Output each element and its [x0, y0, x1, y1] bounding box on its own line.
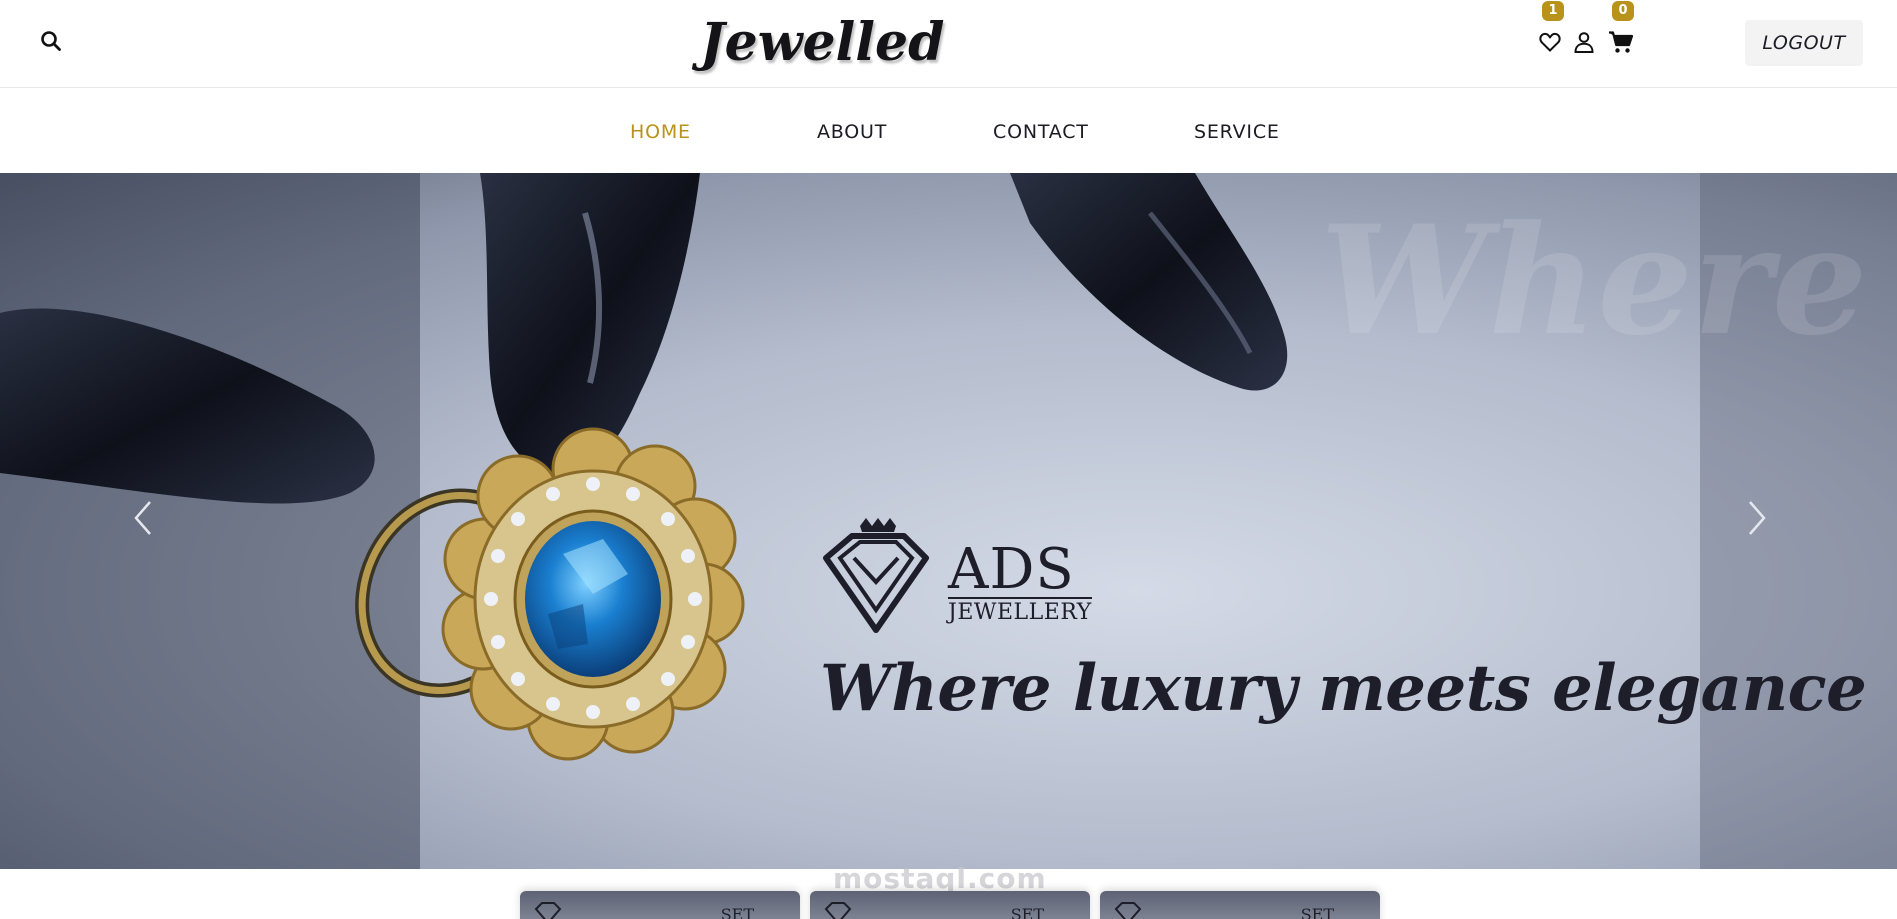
product-card[interactable]: SET: [1100, 891, 1380, 919]
logo-jewellery-text: JEWELLERY: [948, 597, 1092, 625]
heart-icon: [1539, 32, 1561, 52]
product-card[interactable]: SET: [810, 891, 1090, 919]
product-card-label: SET: [1300, 905, 1334, 919]
product-card-label: SET: [720, 905, 754, 919]
hero-carousel: Where ADS JEWELLERY Where luxury meets e…: [0, 173, 1897, 869]
diamond-logo-icon: [1114, 902, 1142, 919]
top-bar: Jewelled 1 0 LOGOUT: [0, 0, 1897, 88]
hero-watermark-text: Where: [1320, 193, 1868, 369]
product-card-label: SET: [1010, 905, 1044, 919]
carousel-prev-button[interactable]: [128, 496, 158, 540]
logo-ads-text: ADS: [948, 537, 1075, 602]
account-button[interactable]: [1572, 30, 1596, 54]
diamond-logo-icon: [534, 902, 562, 919]
nav-item-service[interactable]: SERVICE: [1194, 121, 1280, 143]
cart-count-badge: 0: [1612, 1, 1634, 21]
hero-tagline: Where luxury meets elegance: [820, 651, 1867, 726]
search-icon[interactable]: [40, 30, 62, 52]
nav-item-home[interactable]: HOME: [630, 121, 691, 143]
chevron-left-icon: [134, 501, 151, 535]
cart-button[interactable]: 0: [1608, 1, 1634, 54]
carousel-next-button[interactable]: [1742, 496, 1772, 540]
diamond-logo-icon: [823, 518, 929, 633]
product-card[interactable]: SET: [520, 891, 800, 919]
chevron-right-icon: [1749, 501, 1766, 535]
nav-item-contact[interactable]: CONTACT: [993, 121, 1089, 143]
nav-item-about[interactable]: ABOUT: [817, 121, 887, 143]
wishlist-button[interactable]: 1: [1538, 1, 1564, 54]
brand-logo[interactable]: Jewelled: [700, 8, 945, 78]
diamond-logo-icon: [824, 902, 852, 919]
user-icon: [1574, 32, 1594, 53]
cart-icon: [1609, 31, 1634, 53]
wishlist-count-badge: 1: [1542, 1, 1564, 21]
logout-button[interactable]: LOGOUT: [1745, 20, 1863, 66]
main-nav: HOME ABOUT CONTACT SERVICE: [0, 89, 1897, 173]
